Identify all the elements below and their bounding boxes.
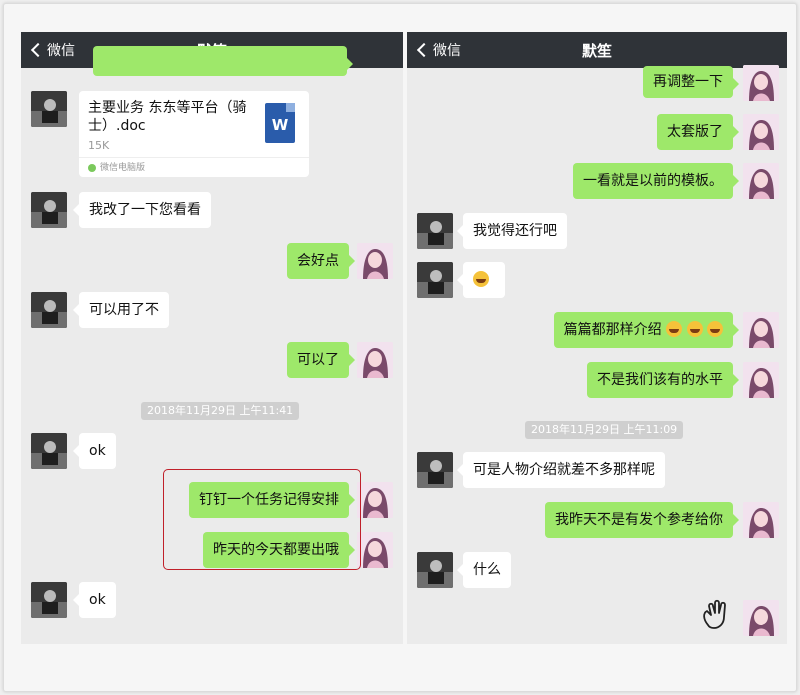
message-bubble[interactable]: ok [73, 433, 116, 469]
message-bubble-partial[interactable] [93, 46, 353, 76]
message-bubble[interactable]: 不是我们该有的水平 [587, 362, 739, 398]
user-avatar[interactable] [357, 243, 393, 279]
user-avatar[interactable] [743, 114, 779, 150]
wechat-pc-icon [88, 163, 96, 172]
message-bubble[interactable]: 可以了 [287, 342, 355, 378]
wave-hand-icon[interactable] [699, 597, 733, 631]
message-bubble[interactable]: ok [73, 582, 116, 618]
message-bubble[interactable]: 篇篇都那样介绍 [553, 312, 740, 348]
laughing-emoji-icon [686, 320, 703, 337]
timestamp: 2018年11月29日 上午11:41 [141, 402, 300, 420]
chat-header: 微信 默笙 [407, 32, 787, 68]
message-bubble[interactable]: 一看就是以前的模板。 [573, 163, 739, 199]
file-source-label: 微信电脑版 [100, 163, 146, 173]
timestamp: 2018年11月29日 上午11:09 [525, 421, 684, 439]
word-file-icon: W [265, 103, 295, 143]
contact-avatar[interactable] [31, 91, 67, 127]
screenshot-frame: 微信 默笙 主要业务 东东等平台（骑士）.doc 15K W 微信电脑版 我改了… [3, 3, 797, 692]
message-bubble[interactable]: 可是人物介绍就差不多那样呢 [457, 452, 665, 488]
user-avatar[interactable] [743, 163, 779, 199]
file-size: 15K [88, 139, 110, 152]
laughing-emoji-icon [707, 320, 723, 337]
contact-avatar[interactable] [417, 262, 453, 298]
message-bubble[interactable]: 我昨天不是有发个参考给你 [545, 502, 739, 538]
contact-avatar[interactable] [31, 292, 67, 328]
message-bubble[interactable]: 我改了一下您看看 [73, 192, 211, 228]
user-avatar[interactable] [357, 482, 393, 518]
user-avatar[interactable] [743, 312, 779, 348]
user-avatar[interactable] [743, 65, 779, 101]
message-text: 篇篇都那样介绍 [563, 322, 662, 338]
message-bubble[interactable]: 什么 [457, 552, 511, 588]
chat-panel-right: 微信 默笙 再调整一下 太套版了 一看就是以前的模板。 我觉得还行吧 篇篇都那样… [407, 32, 787, 644]
contact-avatar[interactable] [417, 213, 453, 249]
highlight-box [163, 469, 361, 570]
user-avatar[interactable] [743, 600, 779, 636]
chat-title: 默笙 [581, 42, 612, 60]
user-avatar[interactable] [743, 502, 779, 538]
contact-avatar[interactable] [417, 452, 453, 488]
message-bubble[interactable]: 再调整一下 [643, 66, 739, 98]
laughing-emoji-icon [666, 320, 683, 337]
user-avatar[interactable] [743, 362, 779, 398]
user-avatar[interactable] [357, 342, 393, 378]
contact-avatar[interactable] [31, 192, 67, 228]
laughing-emoji-icon [473, 270, 489, 287]
file-name: 主要业务 东东等平台（骑士）.doc [88, 100, 247, 134]
emoji-message[interactable] [457, 262, 505, 298]
chat-panel-left: 微信 默笙 主要业务 东东等平台（骑士）.doc 15K W 微信电脑版 我改了… [21, 32, 403, 644]
contact-avatar[interactable] [417, 552, 453, 588]
file-message[interactable]: 主要业务 东东等平台（骑士）.doc 15K W 微信电脑版 [79, 91, 309, 177]
message-bubble[interactable]: 太套版了 [657, 114, 739, 150]
message-bubble[interactable]: 会好点 [287, 243, 355, 279]
contact-avatar[interactable] [31, 582, 67, 618]
contact-avatar[interactable] [31, 433, 67, 469]
message-bubble[interactable]: 可以用了不 [73, 292, 169, 328]
file-source: 微信电脑版 [79, 157, 309, 177]
message-bubble[interactable]: 我觉得还行吧 [457, 213, 567, 249]
user-avatar[interactable] [357, 532, 393, 568]
